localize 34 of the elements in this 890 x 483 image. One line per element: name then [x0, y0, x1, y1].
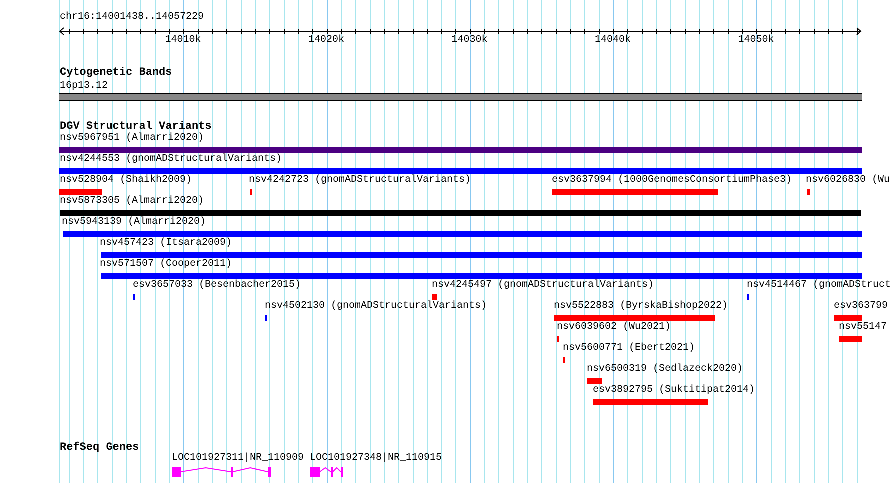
band-label: 16p13.12 — [60, 81, 108, 93]
track-title: Cytogenetic Bands — [60, 67, 172, 80]
variant-label: nsv55147 — [839, 322, 888, 334]
variant-label: nsv4244553 (gnomADStructuralVariants) — [60, 154, 282, 166]
gene-label: LOC101927348|NR_110915 — [310, 453, 442, 465]
track-title: DGV Structural Variants — [60, 121, 212, 133]
tick-label: 14020k — [308, 35, 345, 47]
variant-label: nsv6026830 (Wu — [806, 175, 890, 187]
variant-label: nsv5967951 (Almarri2020) — [60, 133, 204, 145]
variant-label: nsv528904 (Shaikh2009) — [60, 175, 192, 187]
tick-label: 14050k — [738, 35, 774, 47]
ruler-title: chr16:14001438..14057229 — [60, 12, 204, 24]
variant-label: nsv4514467 (gnomADStruct — [747, 280, 890, 292]
variant-label: esv3657033 (Besenbacher2015) — [133, 280, 302, 292]
variant-label: nsv6500319 (Sedlazeck2020) — [587, 364, 744, 376]
track-title: RefSeq Genes — [60, 442, 140, 455]
tick-label: 14040k — [595, 35, 632, 47]
gene-label: LOC101927311|NR_110909 — [172, 453, 304, 465]
variant-label: nsv4242723 (gnomADStructuralVariants) — [249, 175, 472, 187]
tick-label: 14010k — [165, 35, 202, 47]
variant-label: nsv5873305 (Almarri2020) — [60, 196, 204, 208]
variant-label: nsv4245497 (gnomADStructuralVariants) — [432, 280, 654, 292]
variant-label: nsv6039602 (Wu2021) — [557, 322, 672, 334]
variant-label: nsv5522883 (ByrskaBishop2022) — [554, 301, 728, 313]
tick-label: 14030k — [452, 35, 488, 47]
variant-label: esv363799 — [834, 301, 888, 313]
variant-label: nsv571507 (Cooper2011) — [100, 259, 232, 271]
gene-drawing — [310, 467, 344, 477]
variant-label: nsv4502130 (gnomADStructuralVariants) — [265, 301, 488, 313]
variant-label: nsv5600771 (Ebert2021) — [563, 343, 696, 355]
variant-label: esv3892795 (Suktitipat2014) — [593, 385, 756, 397]
variant-label: esv3637994 (1000GenomesConsortiumPhase3) — [552, 175, 792, 187]
variant-label: nsv457423 (Itsara2009) — [100, 238, 232, 250]
variant-label: nsv5943139 (Almarri2020) — [62, 217, 206, 229]
